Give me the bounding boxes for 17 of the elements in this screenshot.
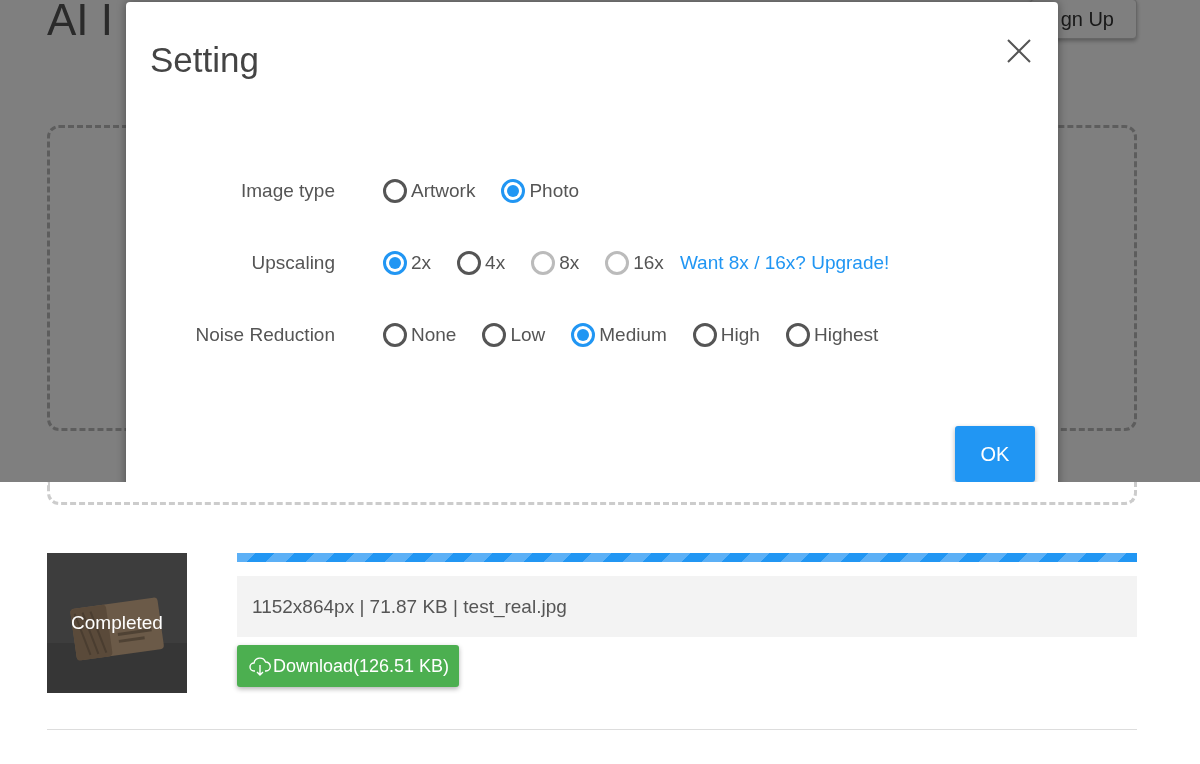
setting-label: Noise Reduction [194, 324, 335, 346]
radio-option[interactable]: None [383, 323, 457, 347]
radio-option[interactable]: Photo [501, 179, 580, 203]
file-info: 1152x864px | 71.87 KB | test_real.jpg [237, 576, 1137, 637]
radio-option[interactable]: Medium [571, 323, 667, 347]
close-icon[interactable] [1006, 38, 1032, 64]
radio-option[interactable]: Highest [785, 323, 879, 347]
setting-label: Image type [240, 180, 335, 202]
setting-label: Upscaling [250, 252, 335, 274]
status-label: Completed [71, 612, 163, 634]
dialog-title: Setting [150, 39, 259, 81]
radio-option[interactable]: High [692, 323, 760, 347]
radio-option[interactable]: 2x [383, 251, 432, 275]
cloud-download-icon [249, 656, 271, 676]
page-heading: AI I [47, 0, 114, 42]
radio-option[interactable]: Low [482, 323, 546, 347]
radio-option[interactable]: Artwork [383, 179, 476, 203]
